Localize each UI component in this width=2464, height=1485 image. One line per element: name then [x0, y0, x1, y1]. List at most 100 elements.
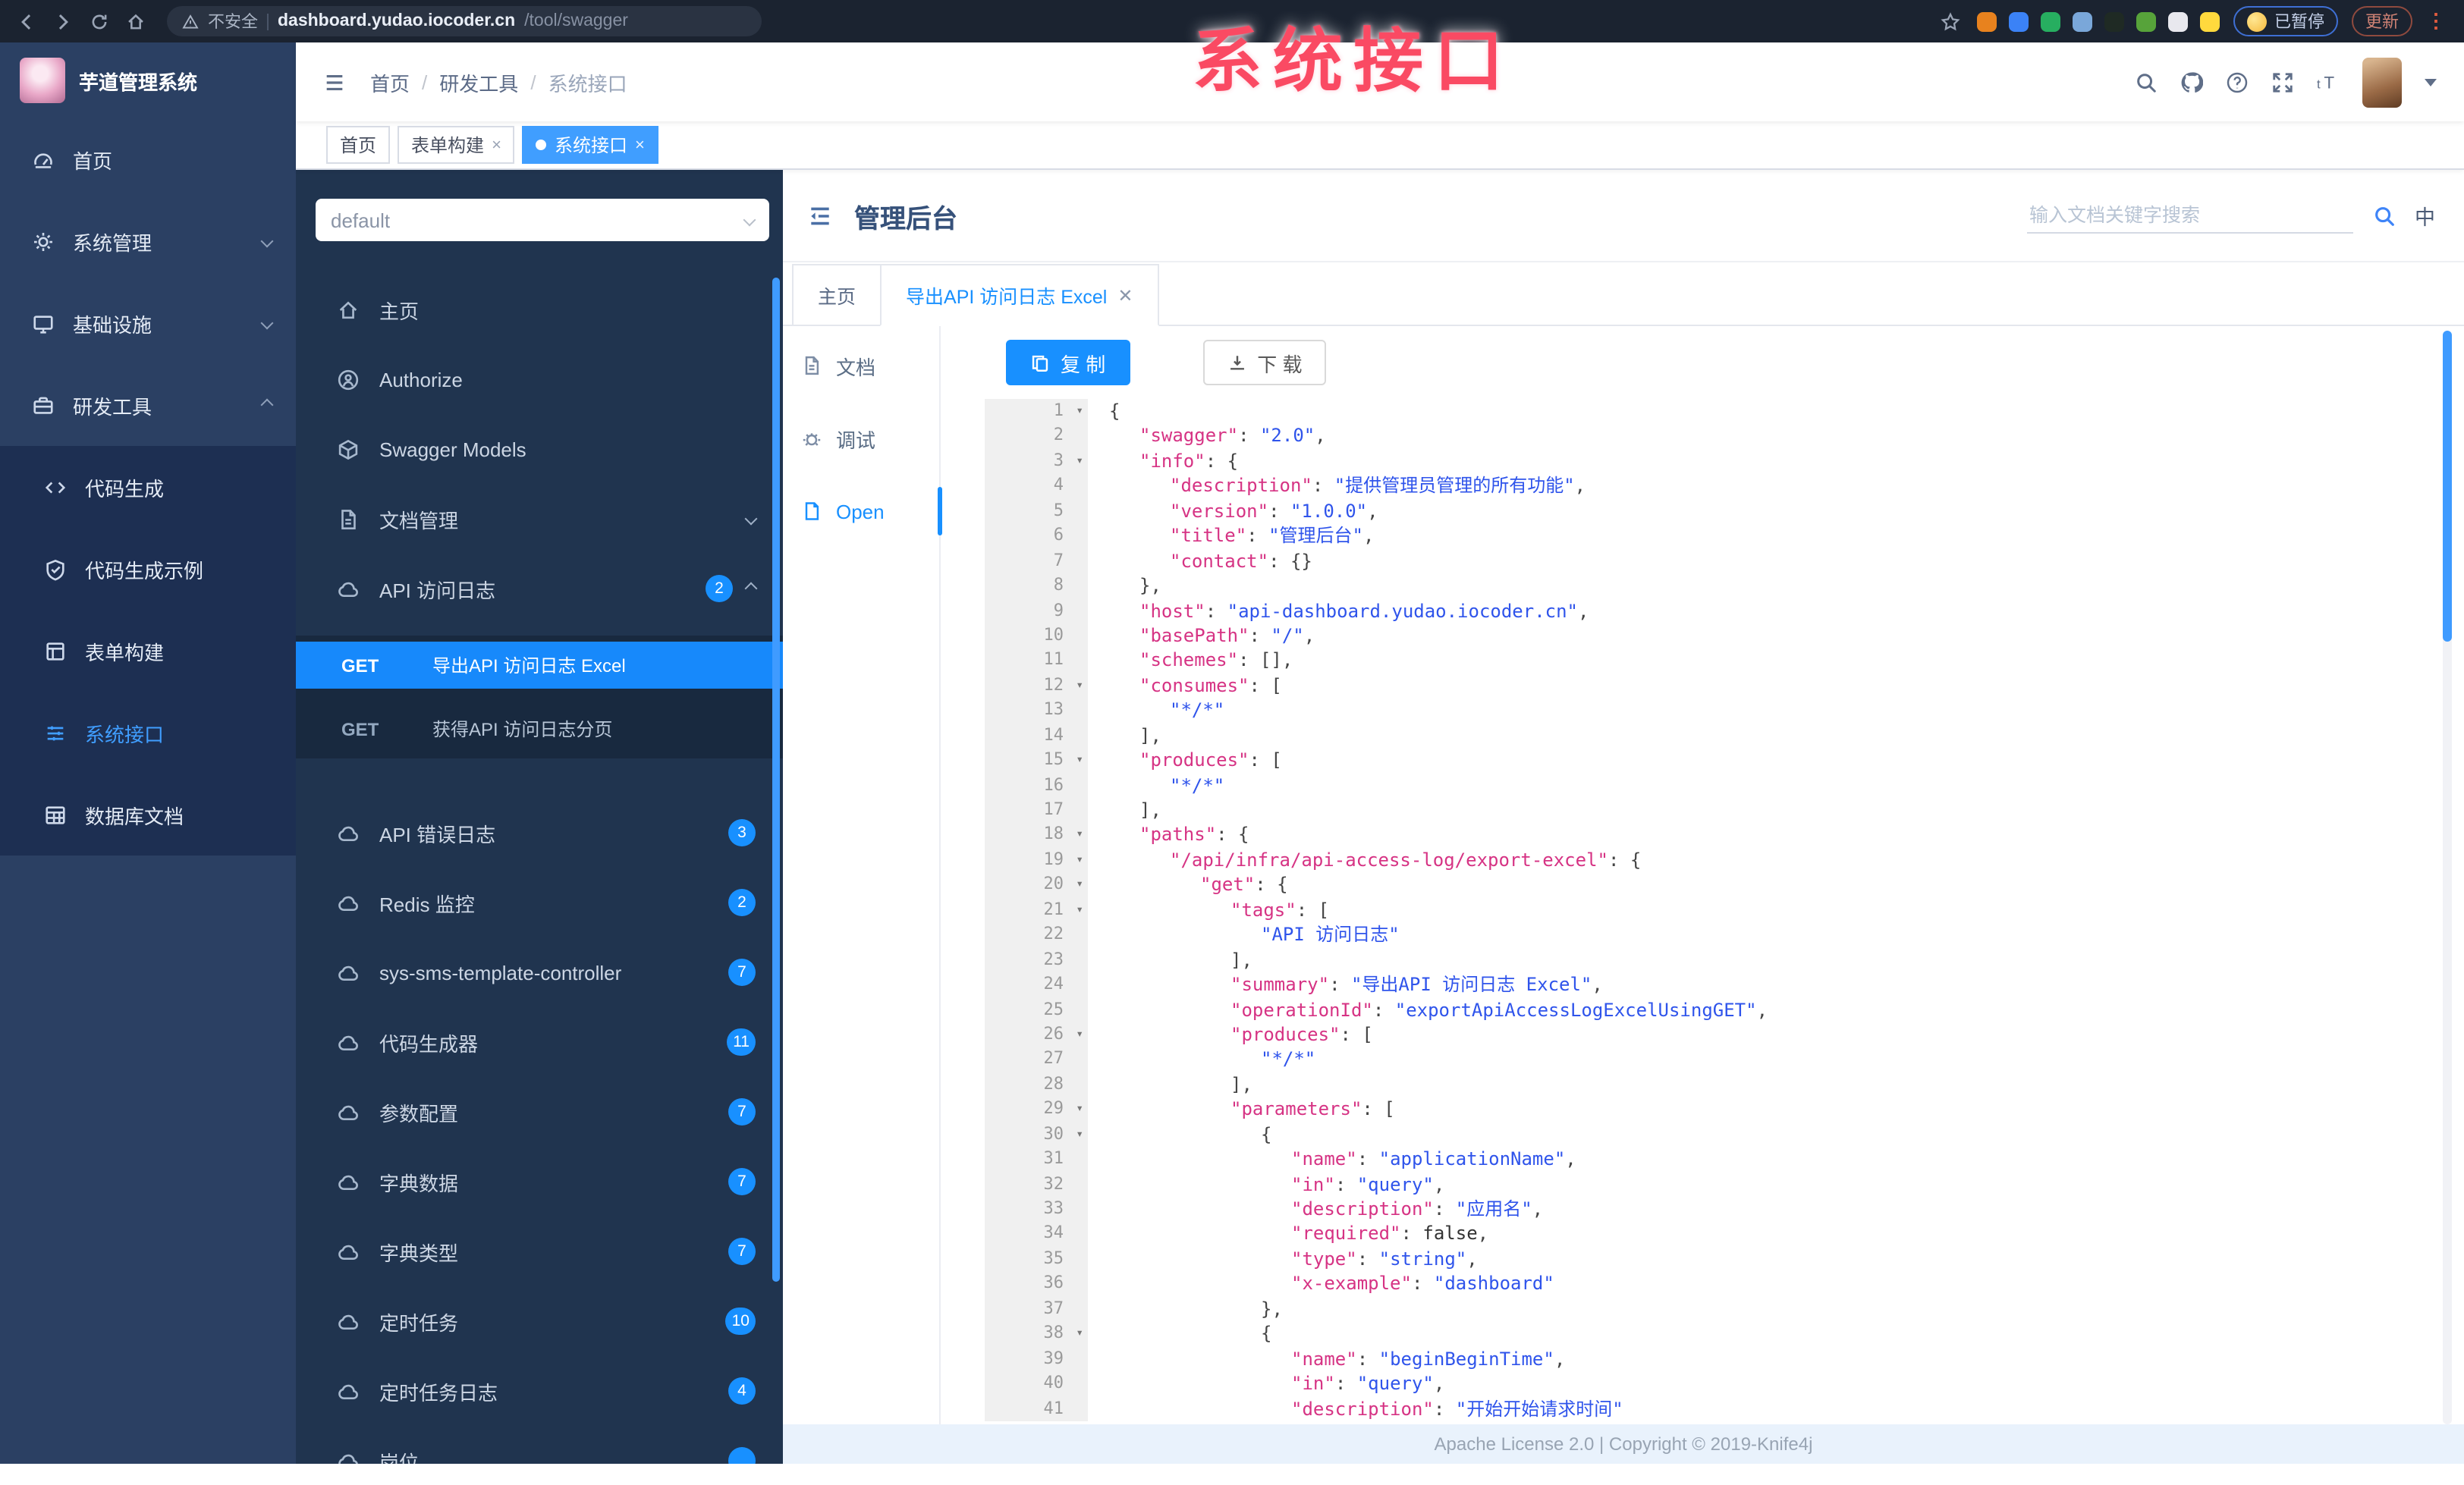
doc-nav-调试[interactable]: 调试 — [783, 402, 939, 475]
back-icon[interactable] — [12, 8, 39, 35]
content-scrollbar-thumb[interactable] — [2443, 331, 2452, 642]
api-operation[interactable]: GET 导出API 访问日志 Excel — [296, 642, 783, 689]
extension-icon[interactable] — [2168, 11, 2188, 31]
token: : — [1249, 624, 1271, 646]
download-button[interactable]: 下 载 — [1202, 340, 1327, 385]
breadcrumb-devtool[interactable]: 研发工具 — [439, 68, 518, 96]
extension-icon[interactable] — [2009, 11, 2029, 31]
group-select[interactable]: default — [316, 199, 769, 241]
close-icon[interactable]: ✕ — [1117, 284, 1133, 306]
swagger-group-岗位[interactable]: 岗位 — [296, 1426, 783, 1464]
extension-icon[interactable] — [2136, 11, 2156, 31]
fold-arrow-icon[interactable]: ▾ — [1076, 748, 1083, 773]
code-line: 14], — [985, 723, 2464, 749]
token: "name" — [1291, 1348, 1357, 1370]
logo[interactable]: 芋道管理系统 — [0, 42, 296, 118]
swagger-group-API 错误日志[interactable]: API 错误日志 3 — [296, 798, 783, 868]
search-button[interactable] — [2135, 71, 2158, 93]
help-icon[interactable] — [2226, 71, 2249, 93]
fold-arrow-icon[interactable]: ▾ — [1076, 848, 1083, 873]
fold-arrow-icon[interactable]: ▾ — [1076, 1097, 1083, 1122]
code-text: }, — [1088, 1297, 1283, 1322]
browser-menu-icon[interactable]: ⋮ — [2426, 11, 2446, 30]
paused-badge[interactable]: 已暂停 — [2233, 6, 2338, 36]
forward-icon[interactable] — [49, 8, 76, 35]
fold-arrow-icon[interactable]: ▾ — [1076, 898, 1083, 923]
code-line: 16 "*/*" — [985, 773, 2464, 798]
swagger-group-定时任务[interactable]: 定时任务 10 — [296, 1286, 783, 1356]
swagger-group-代码生成器[interactable]: 代码生成器 11 — [296, 1007, 783, 1077]
tag-系统接口[interactable]: 系统接口 × — [522, 126, 658, 164]
code-text: "swagger": "2.0", — [1088, 424, 1326, 449]
fold-arrow-icon[interactable]: ▾ — [1076, 1321, 1083, 1346]
home-icon[interactable] — [121, 8, 149, 35]
close-icon[interactable]: × — [635, 136, 645, 154]
search-icon[interactable] — [2372, 204, 2395, 227]
sidebar-subitem[interactable]: 代码生成示例 — [0, 528, 296, 610]
code-text: "tags": [ — [1088, 898, 1329, 923]
update-button[interactable]: 更新 — [2352, 6, 2412, 36]
url-host: dashboard.yudao.iocoder.cn — [278, 12, 516, 30]
doc-tab-导出API 访问日志 Excel[interactable]: 导出API 访问日志 Excel ✕ — [880, 264, 1159, 326]
api-operation[interactable]: GET 获得API 访问日志分页 — [296, 705, 783, 752]
sidebar-item-2[interactable]: 基础设施 — [0, 282, 296, 364]
language-switch[interactable]: 中 — [2415, 200, 2435, 231]
breadcrumb-home[interactable]: 首页 — [370, 68, 410, 96]
extension-icon[interactable] — [1977, 11, 1997, 31]
copy-button[interactable]: 复 制 — [1006, 340, 1130, 385]
tag-表单构建[interactable]: 表单构建 × — [398, 126, 515, 164]
swagger-group-Redis 监控[interactable]: Redis 监控 2 — [296, 868, 783, 937]
doc-nav-文档[interactable]: 文档 — [783, 329, 939, 402]
collapse-menu-icon[interactable] — [807, 202, 833, 228]
doc-nav-Open[interactable]: Open — [783, 475, 942, 548]
footer: Apache License 2.0 | Copyright © 2019-Kn… — [783, 1424, 2464, 1464]
fullscreen-icon[interactable] — [2271, 71, 2294, 93]
fold-arrow-icon[interactable]: ▾ — [1076, 1122, 1083, 1147]
sidebar-subitem[interactable]: 系统接口 — [0, 692, 296, 774]
swagger-nav-主页[interactable]: 主页 — [296, 275, 783, 344]
sidebar-collapse-button[interactable] — [323, 71, 346, 93]
fold-arrow-icon[interactable]: ▾ — [1076, 673, 1083, 699]
reload-icon[interactable] — [85, 8, 112, 35]
fold-arrow-icon[interactable]: ▾ — [1076, 1022, 1083, 1047]
token: : — [1356, 1148, 1379, 1170]
sidebar-subitem[interactable]: 表单构建 — [0, 610, 296, 692]
swagger-group-参数配置[interactable]: 参数配置 7 — [296, 1077, 783, 1147]
bookmark-star-icon[interactable] — [1936, 8, 1963, 35]
user-avatar[interactable] — [2362, 57, 2402, 107]
github-icon[interactable] — [2180, 71, 2203, 93]
extension-icon[interactable] — [2041, 11, 2060, 31]
fold-arrow-icon[interactable]: ▾ — [1076, 823, 1083, 848]
sidebar-item-3[interactable]: 研发工具 — [0, 364, 296, 446]
code-editor[interactable]: 1 ▾{2 "swagger": "2.0", 3 ▾ "info": {4 "descri… — [941, 399, 2464, 1424]
sidebar-subitem[interactable]: 数据库文档 — [0, 774, 296, 856]
chevron-down-icon[interactable] — [2425, 78, 2437, 86]
fold-arrow-icon[interactable]: ▾ — [1076, 399, 1083, 424]
swagger-nav-Authorize[interactable]: Authorize — [296, 344, 783, 414]
doc-search-input[interactable] — [2026, 198, 2352, 233]
count-badge: 2 — [728, 889, 756, 916]
font-size-icon[interactable]: tT — [2317, 71, 2340, 93]
doc-nav-label: 调试 — [836, 429, 876, 451]
panel-scrollbar[interactable] — [772, 278, 780, 1282]
sidebar-item-1[interactable]: 系统管理 — [0, 200, 296, 282]
tag-首页[interactable]: 首页 — [326, 126, 391, 164]
close-icon[interactable]: × — [492, 136, 501, 154]
swagger-nav-文档管理[interactable]: 文档管理 — [296, 484, 783, 554]
sidebar-subitem[interactable]: 代码生成 — [0, 446, 296, 528]
doc-tab-主页[interactable]: 主页 — [792, 264, 882, 326]
fold-arrow-icon[interactable]: ▾ — [1076, 873, 1083, 898]
extension-icon[interactable] — [2104, 11, 2124, 31]
swagger-group-字典数据[interactable]: 字典数据 7 — [296, 1147, 783, 1217]
fold-arrow-icon[interactable]: ▾ — [1076, 449, 1083, 474]
swagger-group-sys-sms-template-controller[interactable]: sys-sms-template-controller 7 — [296, 937, 783, 1007]
address-bar[interactable]: 不安全 dashboard.yudao.iocoder.cn /tool/swa… — [167, 6, 762, 36]
swagger-nav-API 访问日志[interactable]: API 访问日志 2 — [296, 554, 783, 623]
swagger-group-定时任务日志[interactable]: 定时任务日志 4 — [296, 1356, 783, 1426]
swagger-nav-Swagger Models[interactable]: Swagger Models — [296, 414, 783, 484]
swagger-group-字典类型[interactable]: 字典类型 7 — [296, 1217, 783, 1286]
extension-icon[interactable] — [2200, 11, 2220, 31]
page-bottom — [0, 1464, 2464, 1485]
sidebar-item-home[interactable]: 首页 — [0, 118, 296, 200]
extension-icon[interactable] — [2073, 11, 2092, 31]
